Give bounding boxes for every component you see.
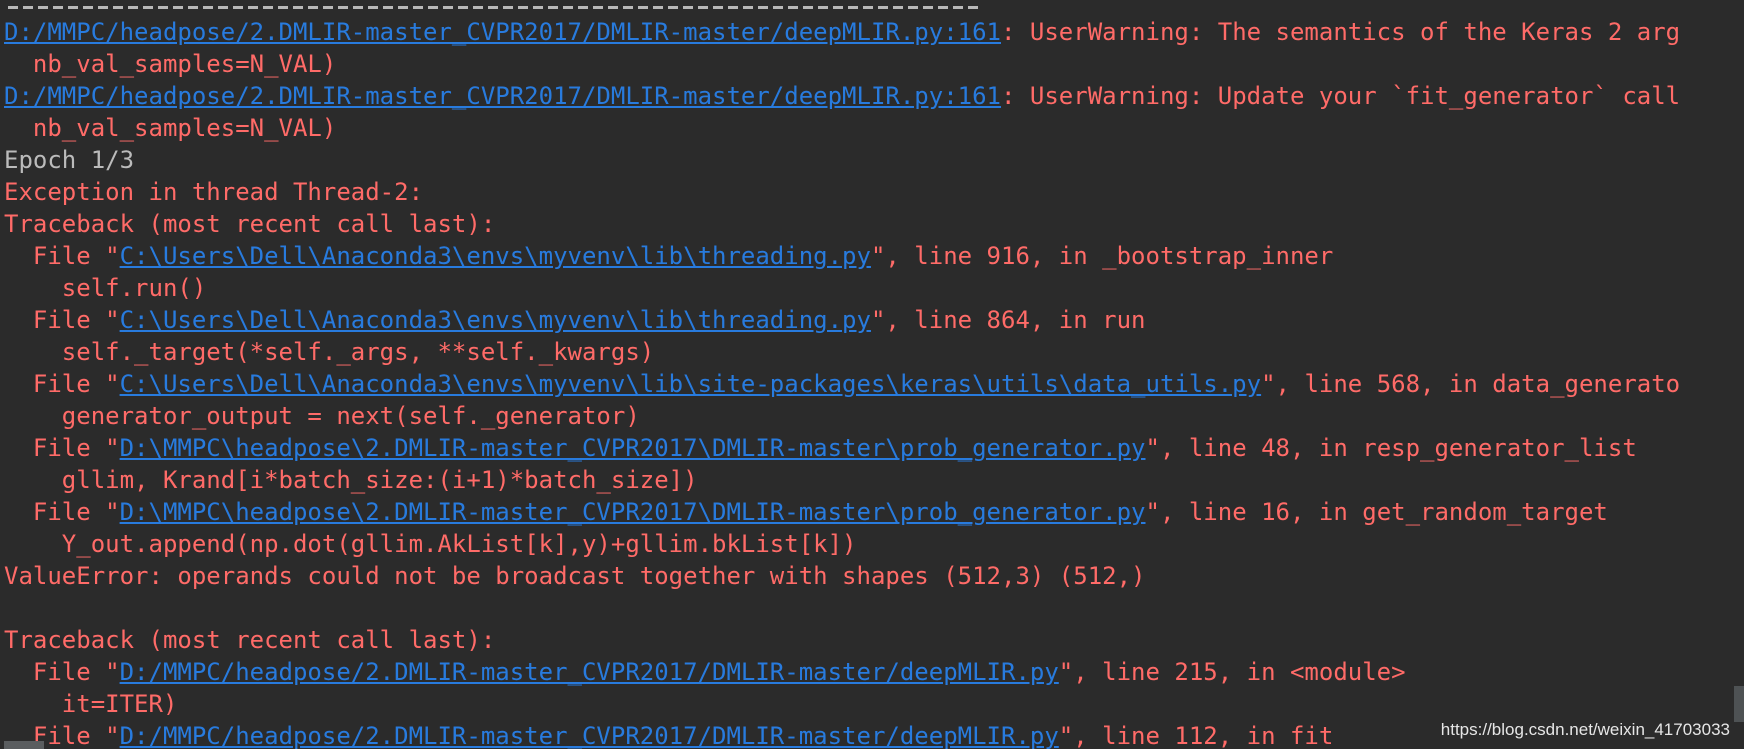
console-line: File "C:\Users\Dell\Anaconda3\envs\myven… — [4, 368, 1744, 400]
separator-line — [8, 6, 982, 9]
console-line: Y_out.append(np.dot(gllim.AkList[k],y)+g… — [4, 528, 1744, 560]
watermark: https://blog.csdn.net/weixin_41703033 — [1436, 717, 1734, 743]
warning-text: : UserWarning: Update your `fit_generato… — [1001, 82, 1681, 110]
file-link[interactable]: C:\Users\Dell\Anaconda3\envs\myvenv\lib\… — [120, 306, 871, 334]
error-text: self.run() — [4, 274, 207, 302]
traceback-prefix: File " — [4, 370, 120, 398]
console-line: self._target(*self._args, **self._kwargs… — [4, 336, 1744, 368]
console-line: ValueError: operands could not be broadc… — [4, 560, 1744, 592]
file-link[interactable]: D:/MMPC/headpose/2.DMLIR-master_CVPR2017… — [120, 658, 1059, 686]
console-line: File "D:/MMPC/headpose/2.DMLIR-master_CV… — [4, 656, 1744, 688]
traceback-prefix: File " — [4, 434, 120, 462]
error-text: nb_val_samples=N_VAL) — [4, 114, 337, 142]
console-line: Exception in thread Thread-2: — [4, 176, 1744, 208]
console-line: gllim, Krand[i*batch_size:(i+1)*batch_si… — [4, 464, 1744, 496]
error-text: nb_val_samples=N_VAL) — [4, 50, 337, 78]
console-line: Epoch 1/3 — [4, 144, 1744, 176]
console-line: File "C:\Users\Dell\Anaconda3\envs\myven… — [4, 304, 1744, 336]
output-text: Epoch 1/3 — [4, 146, 135, 174]
file-link[interactable]: C:\Users\Dell\Anaconda3\envs\myvenv\lib\… — [120, 370, 1262, 398]
warning-text: : UserWarning: The semantics of the Kera… — [1001, 18, 1681, 46]
error-text: Exception in thread Thread-2: — [4, 178, 424, 206]
file-link[interactable]: D:\MMPC\headpose\2.DMLIR-master_CVPR2017… — [120, 434, 1146, 462]
error-text: Traceback (most recent call last): — [4, 626, 496, 654]
file-link[interactable]: D:/MMPC/headpose/2.DMLIR-master_CVPR2017… — [4, 18, 1001, 46]
traceback-prefix: File " — [4, 658, 120, 686]
console-line: self.run() — [4, 272, 1744, 304]
console-line: File "D:\MMPC\headpose\2.DMLIR-master_CV… — [4, 496, 1744, 528]
console-output[interactable]: D:/MMPC/headpose/2.DMLIR-master_CVPR2017… — [4, 0, 1744, 749]
console-lines: D:/MMPC/headpose/2.DMLIR-master_CVPR2017… — [4, 0, 1744, 749]
error-text: gllim, Krand[i*batch_size:(i+1)*batch_si… — [4, 466, 698, 494]
console-line: Traceback (most recent call last): — [4, 208, 1744, 240]
error-text: Traceback (most recent call last): — [4, 210, 496, 238]
traceback-suffix: ", line 48, in resp_generator_list — [1145, 434, 1637, 462]
error-text: self._target(*self._args, **self._kwargs… — [4, 338, 655, 366]
traceback-suffix: ", line 112, in fit — [1058, 722, 1334, 749]
file-link[interactable]: C:\Users\Dell\Anaconda3\envs\myvenv\lib\… — [120, 242, 871, 270]
traceback-suffix: ", line 568, in data_generato — [1261, 370, 1681, 398]
console-line: nb_val_samples=N_VAL) — [4, 112, 1744, 144]
console-line: D:/MMPC/headpose/2.DMLIR-master_CVPR2017… — [4, 16, 1744, 48]
file-link[interactable]: D:\MMPC\headpose\2.DMLIR-master_CVPR2017… — [120, 498, 1146, 526]
file-link[interactable]: D:/MMPC/headpose/2.DMLIR-master_CVPR2017… — [4, 82, 1001, 110]
error-text: generator_output = next(self._generator) — [4, 402, 640, 430]
traceback-prefix: File " — [4, 498, 120, 526]
console-line: D:/MMPC/headpose/2.DMLIR-master_CVPR2017… — [4, 80, 1744, 112]
traceback-suffix: ", line 215, in <module> — [1058, 658, 1406, 686]
error-text: it=ITER) — [4, 690, 178, 718]
file-link[interactable]: D:/MMPC/headpose/2.DMLIR-master_CVPR2017… — [120, 722, 1059, 749]
error-text: Y_out.append(np.dot(gllim.AkList[k],y)+g… — [4, 530, 857, 558]
console-line: File "D:\MMPC\headpose\2.DMLIR-master_CV… — [4, 432, 1744, 464]
traceback-suffix: ", line 916, in _bootstrap_inner — [870, 242, 1334, 270]
traceback-suffix: ", line 16, in get_random_target — [1145, 498, 1608, 526]
console-line: File "C:\Users\Dell\Anaconda3\envs\myven… — [4, 240, 1744, 272]
horizontal-scrollbar-thumb[interactable] — [4, 741, 44, 749]
console-line: it=ITER) — [4, 688, 1744, 720]
vertical-scrollbar-thumb[interactable] — [1734, 686, 1744, 722]
traceback-suffix: ", line 864, in run — [870, 306, 1146, 334]
traceback-prefix: File " — [4, 306, 120, 334]
error-text: ValueError: operands could not be broadc… — [4, 562, 1146, 590]
traceback-prefix: File " — [4, 242, 120, 270]
console-line: nb_val_samples=N_VAL) — [4, 48, 1744, 80]
console-line: generator_output = next(self._generator) — [4, 400, 1744, 432]
console-line: Traceback (most recent call last): — [4, 624, 1744, 656]
